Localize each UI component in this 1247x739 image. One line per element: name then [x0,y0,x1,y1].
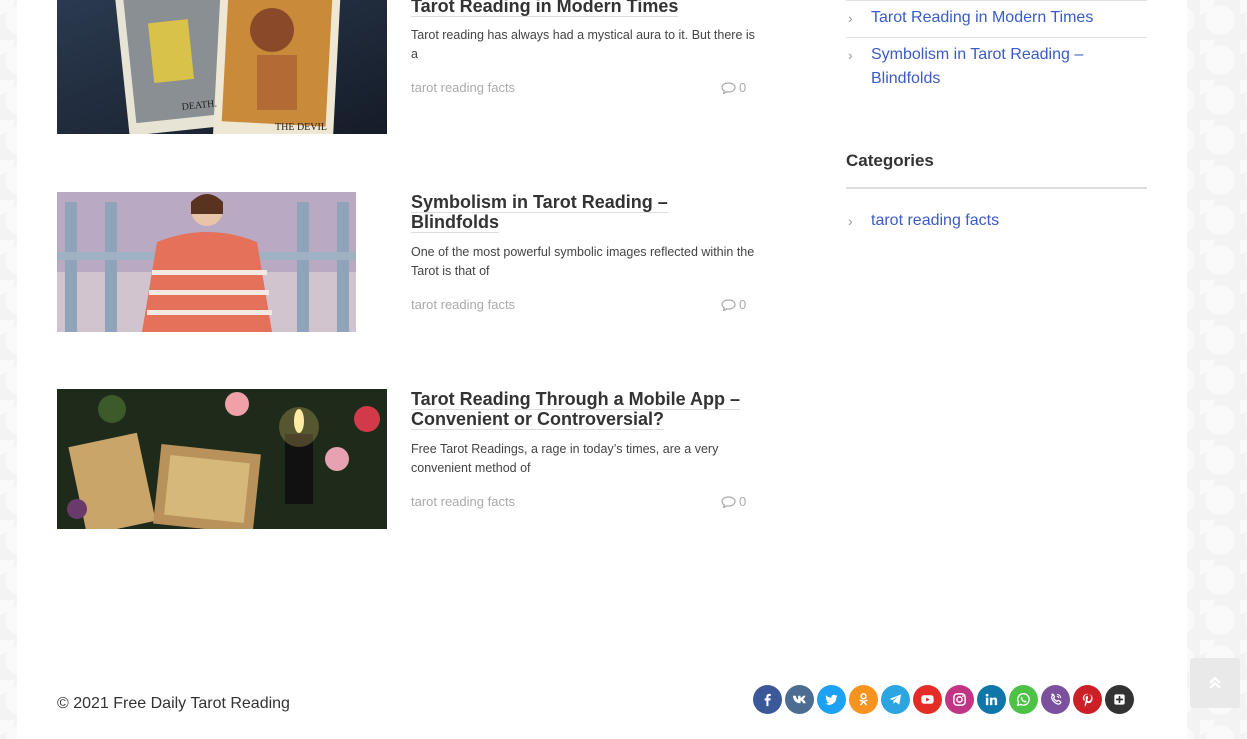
post-thumbnail[interactable] [57,389,387,529]
post-title[interactable]: Tarot Reading in Modern Times [411,0,751,17]
facebook-icon[interactable] [753,685,782,714]
chevron-right-icon: › [848,47,853,63]
post-thumbnail[interactable]: DEATH. THE DEVIL [57,0,387,134]
pinterest-icon[interactable] [1073,685,1102,714]
youtube-icon[interactable] [913,685,942,714]
post-title[interactable]: Symbolism in Tarot Reading – Blindfolds [411,192,751,233]
comment-icon [721,81,736,94]
svg-text:THE DEVIL: THE DEVIL [275,122,327,133]
category-link[interactable]: › tarot reading facts [846,209,1147,233]
post-comments[interactable]: 0 [721,80,746,95]
double-chevron-up-icon [1209,676,1221,689]
categories-heading: Categories [846,151,934,170]
tarot-cards-image: DEATH. THE DEVIL [57,0,387,134]
post-item: Symbolism in Tarot Reading – Blindfolds … [57,192,757,332]
comment-icon [721,495,736,508]
whatsapp-icon[interactable] [1009,685,1038,714]
page-container: DEATH. THE DEVIL Tarot Reading in Modern… [17,0,1187,739]
twitter-icon[interactable] [817,685,846,714]
instagram-icon[interactable] [945,685,974,714]
odnoklassniki-icon[interactable] [849,685,878,714]
more-share-icon[interactable] [1105,685,1134,714]
sidebar-divider [846,37,1147,38]
candle-tarot-image [57,389,387,529]
post-title[interactable]: Tarot Reading Through a Mobile App – Con… [411,389,756,430]
blindfold-tarot-image [57,192,356,332]
post-excerpt: Free Tarot Readings, a rage in today’s t… [411,442,719,475]
comment-icon [721,298,736,311]
post-category-link[interactable]: tarot reading facts [411,80,515,95]
comment-count: 0 [739,80,747,95]
scroll-to-top-button[interactable] [1190,658,1240,708]
chevron-right-icon: › [848,10,853,26]
post-comments[interactable]: 0 [721,297,746,312]
post-excerpt: One of the most powerful symbolic images… [411,245,755,278]
comment-count: 0 [739,494,747,509]
post-item: Tarot Reading Through a Mobile App – Con… [57,389,757,529]
copyright-text: © 2021 Free Daily Tarot Reading [57,695,290,712]
chevron-right-icon: › [848,213,853,229]
post-thumbnail[interactable] [57,192,356,332]
telegram-icon[interactable] [881,685,910,714]
post-category-link[interactable]: tarot reading facts [411,494,515,509]
vk-icon[interactable] [785,685,814,714]
recent-post-link[interactable]: › Symbolism in Tarot Reading – Blindfold… [846,43,1147,91]
recent-post-link[interactable]: › Tarot Reading in Modern Times [846,6,1147,30]
comment-count: 0 [739,297,747,312]
post-comments[interactable]: 0 [721,494,746,509]
viber-icon[interactable] [1041,685,1070,714]
post-category-link[interactable]: tarot reading facts [411,297,515,312]
categories-heading-underline [846,187,1147,189]
linkedin-icon[interactable] [977,685,1006,714]
social-share-bar [753,685,1134,714]
post-excerpt: Tarot reading has always had a mystical … [411,28,755,61]
sidebar-divider [846,0,1147,1]
post-item: DEATH. THE DEVIL Tarot Reading in Modern… [57,0,757,140]
